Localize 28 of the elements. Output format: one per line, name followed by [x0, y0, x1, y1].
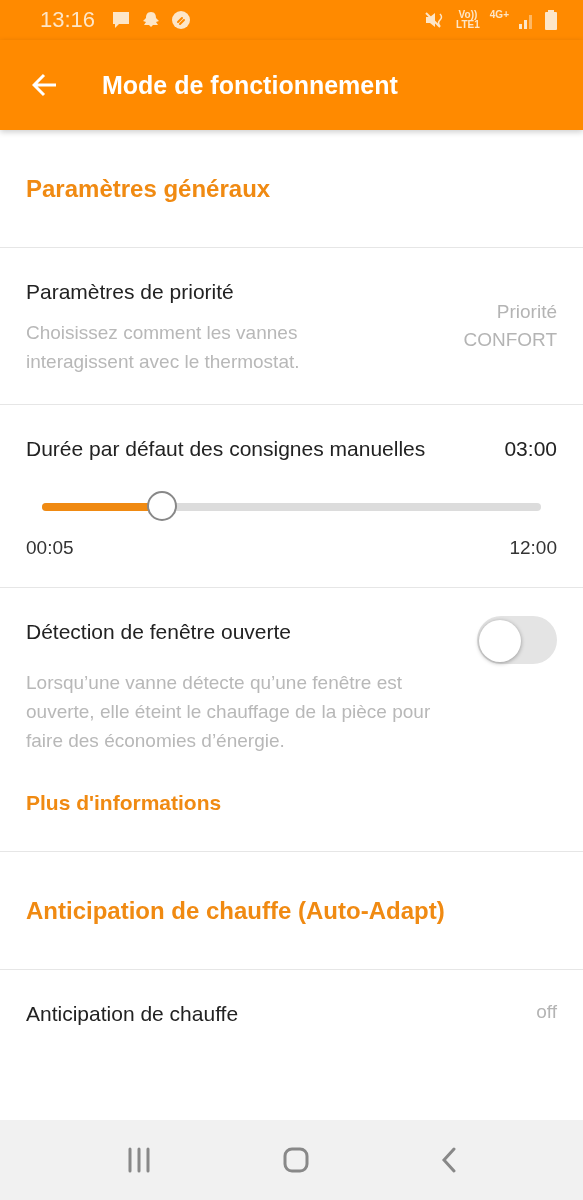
screen-title: Mode de fonctionnement — [102, 70, 398, 100]
setting-description: Lorsqu’une vanne détecte qu’une fenêtre est ouverte, elle éteint le chauffage de la pièce pour faire des économies d’énergie. — [26, 671, 432, 753]
slider-max-label: 12:00 — [509, 537, 557, 559]
section-title: Paramètres généraux — [26, 174, 271, 203]
back-arrow-icon[interactable] — [32, 73, 58, 97]
more-info-link[interactable]: Plus d'informations — [26, 791, 222, 815]
slider-thumb[interactable] — [146, 491, 177, 521]
setting-description: Choisissez comment les vannes interagissent avec le thermostat. — [26, 321, 301, 374]
slider-min-label: 00:05 — [26, 537, 74, 559]
network-type-label: 4G+ — [489, 10, 509, 20]
setting-title: Paramètres de priorité — [26, 279, 235, 305]
setting-title: Détection de fenêtre ouverte — [26, 619, 291, 645]
status-time: 13:16 — [40, 7, 96, 33]
setting-value: off — [536, 1000, 557, 1024]
back-icon[interactable] — [439, 1147, 458, 1173]
battery-icon — [545, 10, 557, 30]
setting-value: 03:00 — [504, 436, 557, 462]
setting-value: Priorité — [496, 300, 557, 324]
volte-label: Vo)) — [458, 10, 478, 20]
message-icon — [111, 10, 132, 30]
setting-title: Anticipation de chauffe — [26, 1001, 239, 1027]
home-icon[interactable] — [282, 1147, 309, 1173]
setting-value: CONFORT — [463, 328, 557, 352]
setting-title: Durée par défaut des consignes manuelles — [26, 436, 426, 462]
lte-label: LTE1 — [456, 20, 480, 30]
section-title: Anticipation de chauffe (Auto-Adapt) — [26, 896, 445, 925]
toggle-switch[interactable] — [477, 616, 557, 664]
ghost-icon — [141, 10, 162, 30]
